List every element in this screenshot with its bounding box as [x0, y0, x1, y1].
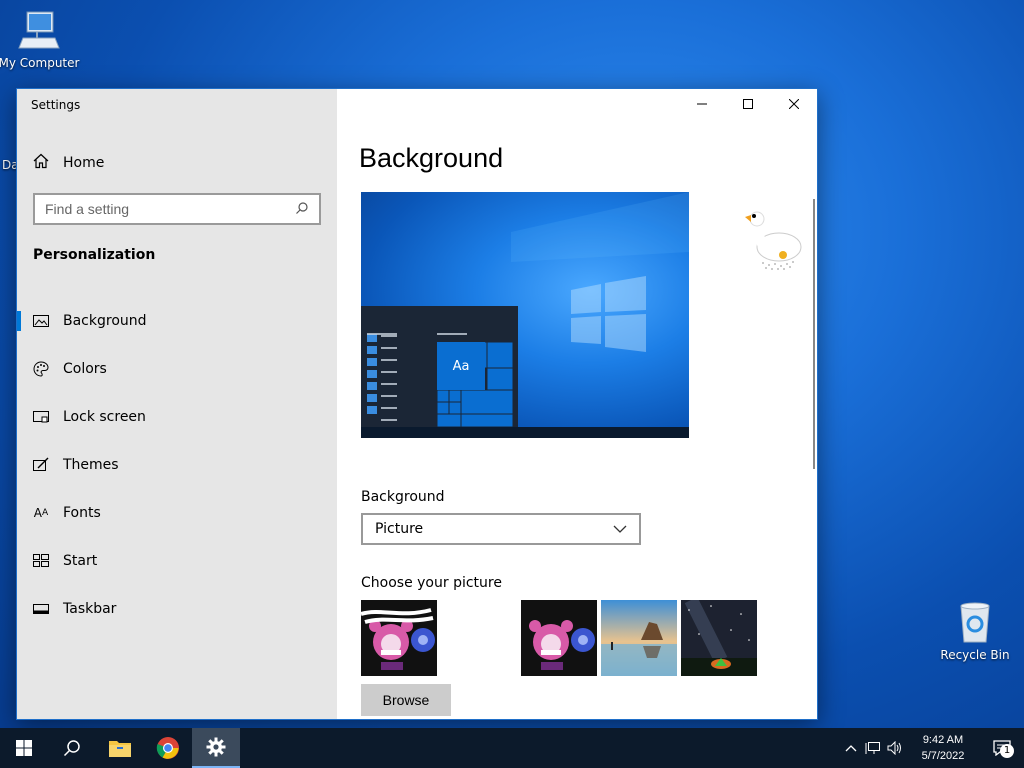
minimize-button[interactable] — [679, 89, 725, 119]
nav-item-fonts[interactable]: AA Fonts — [17, 489, 337, 537]
nav-item-taskbar[interactable]: Taskbar — [17, 585, 337, 633]
action-center-button[interactable]: 1 — [980, 740, 1024, 758]
search-icon — [63, 740, 80, 757]
close-button[interactable] — [771, 89, 817, 119]
settings-content: Background Aa Background Picture Choose … — [337, 89, 817, 719]
nav-item-label: Lock screen — [63, 409, 146, 425]
close-icon — [789, 99, 799, 109]
my-computer-label: My Computer — [0, 56, 80, 70]
picture-thumbnail-1[interactable] — [361, 600, 437, 676]
palette-icon — [33, 361, 49, 377]
system-tray: 9:42 AM 5/7/2022 1 — [840, 728, 1024, 768]
start-button[interactable] — [0, 728, 48, 768]
computer-icon — [17, 8, 61, 52]
window-title: Settings — [31, 98, 81, 112]
nav-item-start[interactable]: Start — [17, 537, 337, 585]
maximize-button[interactable] — [725, 89, 771, 119]
taskbar-search-button[interactable] — [48, 728, 96, 768]
nav-list: Background Colors Lock screen Themes A A… — [17, 297, 337, 633]
chevron-up-icon — [845, 745, 857, 752]
windows-logo-icon — [16, 740, 32, 756]
page-title: Background — [359, 143, 504, 173]
search-box[interactable] — [33, 193, 321, 225]
file-explorer-button[interactable] — [96, 728, 144, 768]
taskbar: 9:42 AM 5/7/2022 1 — [0, 728, 1024, 768]
clock-date: 5/7/2022 — [921, 750, 965, 762]
settings-sidebar: Settings Home Personalization Background — [17, 89, 337, 719]
nav-item-themes[interactable]: Themes — [17, 441, 337, 489]
minimize-icon — [697, 103, 707, 105]
home-icon — [33, 153, 49, 173]
search-input[interactable] — [45, 201, 295, 217]
nav-item-label: Start — [63, 553, 98, 569]
volume-button[interactable] — [884, 741, 906, 755]
nav-home[interactable]: Home — [33, 151, 104, 175]
notification-count-badge: 1 — [1000, 744, 1014, 758]
picture-icon — [33, 313, 49, 329]
network-button[interactable] — [862, 741, 884, 755]
lock-screen-icon — [33, 409, 49, 425]
taskbar-clock[interactable]: 9:42 AM 5/7/2022 — [906, 732, 980, 764]
gear-icon — [206, 737, 226, 757]
nav-item-label: Taskbar — [63, 601, 117, 617]
picture-thumbnail-4[interactable] — [681, 600, 757, 676]
nav-item-label: Themes — [63, 457, 119, 473]
fonts-icon: AA — [33, 506, 49, 520]
picture-thumbnail-3[interactable] — [601, 600, 677, 676]
choose-picture-label: Choose your picture — [361, 575, 502, 591]
taskbar-icon — [33, 601, 49, 617]
content-scrollbar[interactable] — [813, 199, 815, 469]
settings-window: Settings Home Personalization Background — [16, 88, 818, 720]
network-icon — [865, 742, 880, 754]
start-icon — [33, 553, 49, 569]
themes-icon — [33, 457, 49, 473]
chrome-button[interactable] — [144, 728, 192, 768]
folder-icon — [109, 741, 131, 757]
clock-time: 9:42 AM — [922, 734, 964, 746]
recycle-bin-desktop-icon[interactable]: Recycle Bin — [932, 600, 1018, 662]
settings-taskbar-button[interactable] — [192, 728, 240, 768]
background-type-value: Picture — [375, 521, 424, 537]
goose-icon — [741, 207, 805, 273]
search-icon — [295, 200, 309, 219]
recycle-bin-label: Recycle Bin — [940, 648, 1010, 662]
background-preview: Aa — [361, 192, 689, 438]
nav-item-colors[interactable]: Colors — [17, 345, 337, 393]
browse-button[interactable]: Browse — [361, 684, 451, 716]
show-hidden-icons-button[interactable] — [840, 744, 862, 752]
window-controls — [679, 89, 817, 119]
preview-sample-tile: Aa — [437, 342, 485, 390]
my-computer-desktop-icon[interactable]: My Computer — [0, 8, 82, 70]
nav-item-label: Fonts — [63, 505, 101, 521]
chevron-down-icon — [613, 525, 627, 533]
taskbar-preview — [361, 427, 689, 438]
background-type-dropdown[interactable]: Picture — [361, 513, 641, 545]
recycle-bin-icon — [953, 600, 997, 644]
picture-thumbnail-2[interactable] — [521, 600, 597, 676]
nav-home-label: Home — [63, 155, 105, 171]
section-heading: Personalization — [33, 247, 156, 263]
volume-icon — [887, 741, 901, 755]
nav-item-background[interactable]: Background — [17, 297, 337, 345]
chrome-icon — [156, 737, 179, 759]
maximize-icon — [743, 99, 753, 109]
nav-item-label: Background — [63, 313, 147, 329]
nav-item-label: Colors — [63, 361, 107, 377]
background-type-label: Background — [361, 489, 445, 505]
picture-thumbnails — [361, 600, 761, 676]
nav-item-lock-screen[interactable]: Lock screen — [17, 393, 337, 441]
